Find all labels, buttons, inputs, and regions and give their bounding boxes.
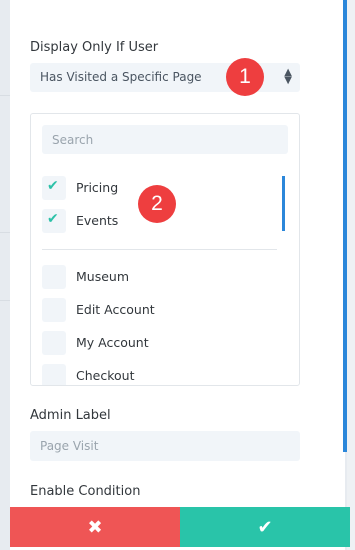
right-background-strip — [347, 0, 355, 550]
admin-label-heading: Admin Label — [30, 408, 111, 423]
select-arrows-icon: ▲ ▼ — [284, 67, 292, 86]
page-list: ✔ Pricing ✔ Events Museum Edit Account M… — [30, 113, 300, 386]
list-divider — [42, 249, 277, 250]
list-item-checkout[interactable]: Checkout — [42, 364, 242, 385]
enable-condition-label: Enable Condition — [30, 484, 141, 499]
background-divider — [0, 95, 10, 96]
checkbox[interactable]: ✔ — [42, 176, 66, 200]
list-item-edit-account[interactable]: Edit Account — [42, 298, 242, 322]
save-button[interactable]: ✔ — [180, 507, 350, 547]
list-item-label: Pricing — [76, 180, 119, 195]
list-item-my-account[interactable]: My Account — [42, 331, 242, 355]
checkbox[interactable] — [42, 265, 66, 289]
background-divider — [0, 300, 10, 301]
list-item-label: My Account — [76, 335, 149, 350]
checkbox[interactable] — [42, 331, 66, 355]
checkbox[interactable]: ✔ — [42, 209, 66, 233]
list-item-museum[interactable]: Museum — [42, 265, 242, 289]
list-item-label: Edit Account — [76, 302, 155, 317]
display-condition-label: Display Only If User — [30, 40, 159, 55]
check-icon: ✔ — [47, 211, 59, 227]
close-icon: ✖ — [87, 517, 103, 537]
check-icon: ✔ — [47, 178, 59, 194]
cancel-button[interactable]: ✖ — [10, 507, 180, 547]
background-divider — [0, 232, 10, 233]
list-scrollbar[interactable] — [282, 176, 285, 231]
list-item-label: Museum — [76, 269, 130, 284]
list-item-label: Events — [76, 213, 119, 228]
checkbox[interactable] — [42, 298, 66, 322]
callout-badge-2: 2 — [138, 185, 176, 223]
display-condition-value: Has Visited a Specific Page — [40, 70, 202, 84]
page-search-input[interactable] — [42, 125, 288, 154]
admin-label-input[interactable] — [30, 431, 300, 461]
checkbox[interactable] — [42, 364, 66, 385]
checkmark-icon: ✔ — [257, 517, 273, 537]
list-item-label: Checkout — [76, 368, 135, 383]
callout-badge-1: 1 — [226, 58, 264, 96]
